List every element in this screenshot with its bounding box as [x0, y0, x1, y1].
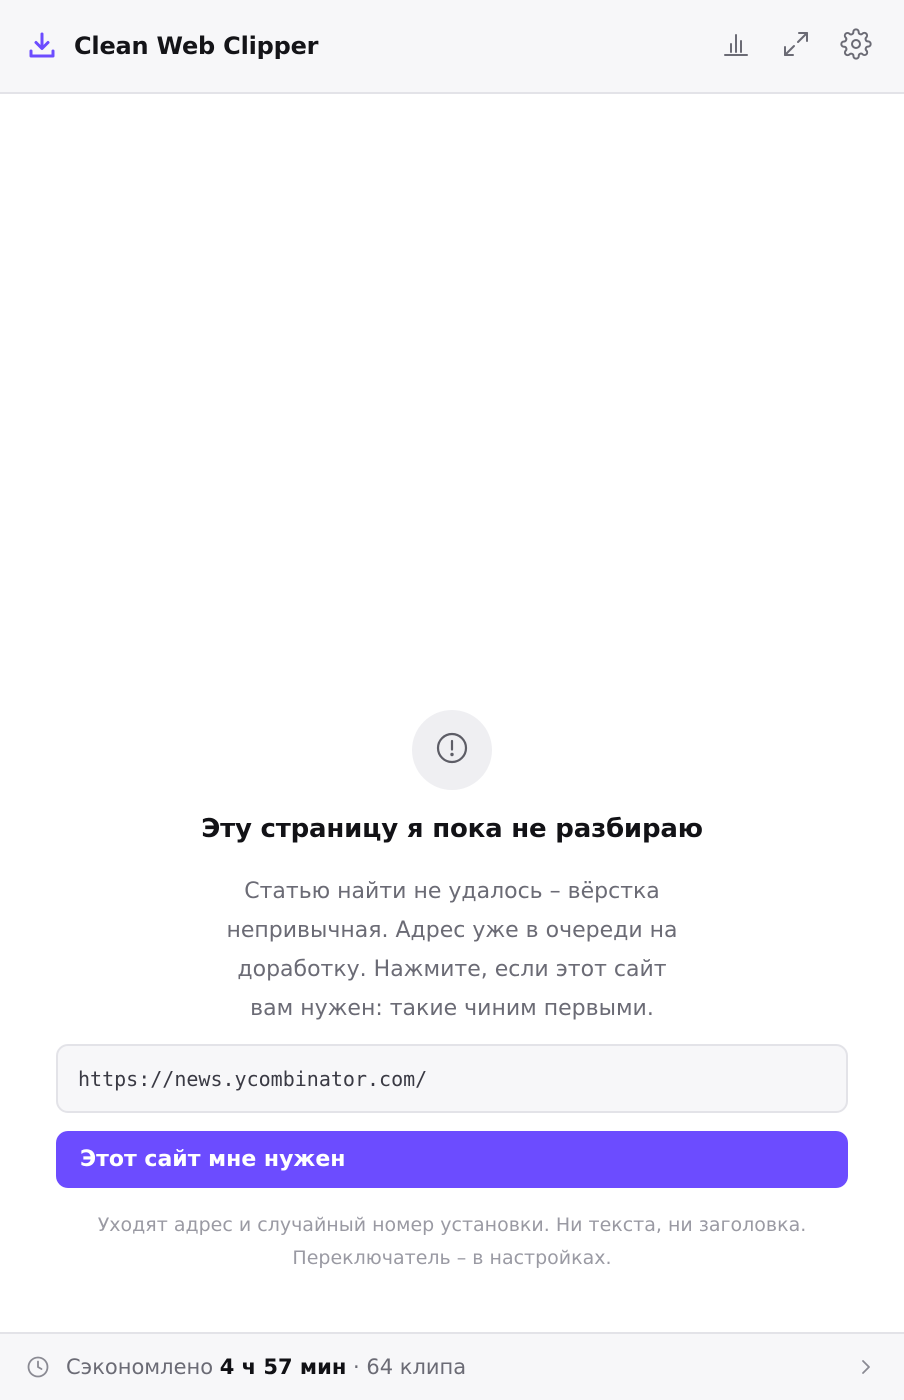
time-saved-value: 4 ч 57 мин	[219, 1355, 347, 1379]
page-title: Эту страницу я пока не разбираю	[201, 814, 703, 844]
clipper-popup: Clean Web Clipper Эту страницу я пока не…	[0, 0, 904, 1400]
separator-dot: ·	[353, 1355, 360, 1379]
description-line: непривычная. Адрес уже в очереди на	[226, 918, 678, 943]
header-actions	[696, 26, 876, 66]
clock-icon	[26, 1355, 50, 1379]
gear-icon	[840, 28, 872, 64]
description-line: вам нужен: такие чиним первыми.	[250, 996, 654, 1021]
expand-button[interactable]	[776, 26, 816, 66]
clips-count: 64 клипа	[366, 1355, 467, 1379]
main-content: Эту страницу я пока не разбираю Статью н…	[0, 96, 904, 1332]
settings-button[interactable]	[836, 26, 876, 66]
time-saved-footer[interactable]: Сэкономлено 4 ч 57 мин · 64 клипа	[0, 1332, 904, 1400]
expand-icon	[782, 30, 810, 62]
privacy-note: Уходят адрес и случайный номер установки…	[60, 1209, 844, 1275]
privacy-note-line: Уходят адрес и случайный номер установки…	[97, 1214, 807, 1236]
alert-circle-icon	[435, 731, 469, 769]
app-title: Clean Web Clipper	[74, 32, 319, 60]
time-saved-prefix: Сэкономлено	[66, 1355, 214, 1379]
chevron-right-icon	[854, 1355, 878, 1379]
time-saved-text: Сэкономлено 4 ч 57 мин · 64 клипа	[66, 1355, 466, 1379]
privacy-note-line: Переключатель – в настройках.	[292, 1247, 612, 1269]
bar-chart-icon	[722, 30, 750, 62]
status-badge	[412, 710, 492, 790]
description-line: доработку. Нажмите, если этот сайт	[237, 957, 667, 982]
description: Статью найти не удалось – вёрстка неприв…	[212, 872, 692, 1028]
description-line: Статью найти не удалось – вёрстка	[244, 879, 660, 904]
header-bar: Clean Web Clipper	[0, 0, 904, 94]
stats-button[interactable]	[716, 26, 756, 66]
download-tray-icon	[26, 30, 58, 62]
url-field[interactable]	[56, 1044, 848, 1113]
request-site-button[interactable]: Этот сайт мне нужен	[56, 1131, 848, 1188]
